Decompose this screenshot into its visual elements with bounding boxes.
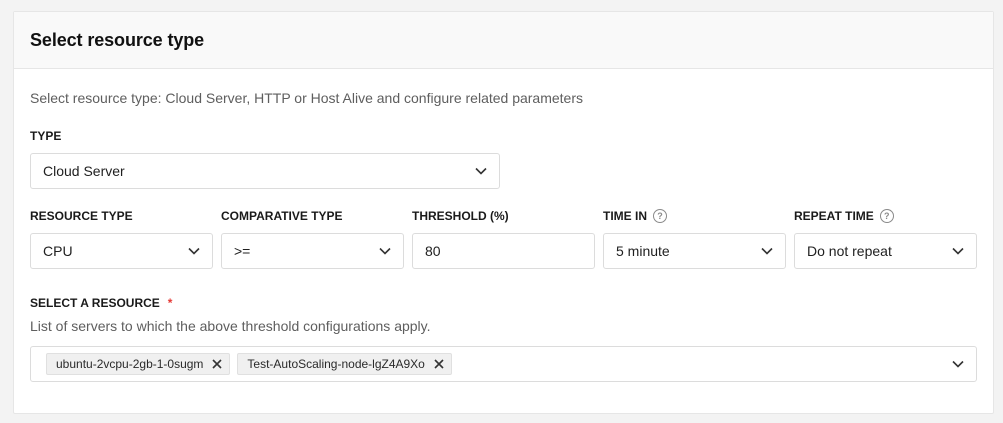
time-in-label-text: TIME IN: [603, 209, 647, 223]
select-resource-help: List of servers to which the above thres…: [30, 318, 431, 334]
resource-multiselect[interactable]: ubuntu-2vcpu-2gb-1-0sugm Test-AutoScalin…: [30, 346, 977, 382]
resource-tag-label: Test-AutoScaling-node-lgZ4A9Xo: [247, 357, 425, 371]
resource-tag: ubuntu-2vcpu-2gb-1-0sugm: [46, 353, 231, 375]
close-icon[interactable]: [211, 358, 223, 370]
time-in-value: 5 minute: [616, 243, 670, 259]
type-label: TYPE: [30, 129, 61, 143]
required-mark: *: [167, 296, 173, 310]
chevron-down-icon[interactable]: [952, 358, 964, 370]
repeat-time-value: Do not repeat: [807, 243, 892, 259]
resource-type-select[interactable]: CPU: [30, 233, 213, 269]
repeat-time-label-text: REPEAT TIME: [794, 209, 874, 223]
chevron-down-icon: [188, 245, 200, 257]
comparative-type-label-text: COMPARATIVE TYPE: [221, 209, 343, 223]
card-description: Select resource type: Cloud Server, HTTP…: [30, 90, 584, 106]
comparative-type-label: COMPARATIVE TYPE: [221, 209, 343, 223]
time-in-select[interactable]: 5 minute: [603, 233, 786, 269]
close-icon[interactable]: [433, 358, 445, 370]
resource-tag-label: ubuntu-2vcpu-2gb-1-0sugm: [56, 357, 204, 371]
resource-type-value: CPU: [43, 243, 73, 259]
repeat-time-select[interactable]: Do not repeat: [794, 233, 977, 269]
threshold-label: THRESHOLD (%): [412, 209, 509, 223]
resource-type-card: Select resource type Select resource typ…: [13, 11, 994, 414]
time-in-label: TIME IN ?: [603, 209, 667, 223]
resource-type-label-text: RESOURCE TYPE: [30, 209, 133, 223]
type-select[interactable]: Cloud Server: [30, 153, 500, 189]
card-header: Select resource type: [14, 12, 993, 69]
question-circle-icon[interactable]: ?: [653, 209, 667, 223]
chevron-down-icon: [475, 165, 487, 177]
type-label-text: TYPE: [30, 129, 62, 143]
comparative-type-select[interactable]: >=: [221, 233, 404, 269]
select-resource-label-text: SELECT A RESOURCE: [30, 296, 160, 310]
threshold-input[interactable]: 80: [412, 233, 595, 269]
chevron-down-icon: [379, 245, 391, 257]
chevron-down-icon: [761, 245, 773, 257]
card-title: Select resource type: [30, 29, 205, 50]
resource-tag: Test-AutoScaling-node-lgZ4A9Xo: [237, 353, 452, 375]
select-resource-label: SELECT A RESOURCE *: [30, 296, 172, 310]
chevron-down-icon: [952, 245, 964, 257]
type-select-value: Cloud Server: [43, 163, 125, 179]
threshold-label-text: THRESHOLD (%): [412, 209, 509, 223]
resource-type-label: RESOURCE TYPE: [30, 209, 133, 223]
repeat-time-label: REPEAT TIME ?: [794, 209, 894, 223]
comparative-type-value: >=: [234, 243, 251, 259]
question-circle-icon[interactable]: ?: [879, 209, 894, 223]
threshold-value: 80: [425, 243, 441, 259]
